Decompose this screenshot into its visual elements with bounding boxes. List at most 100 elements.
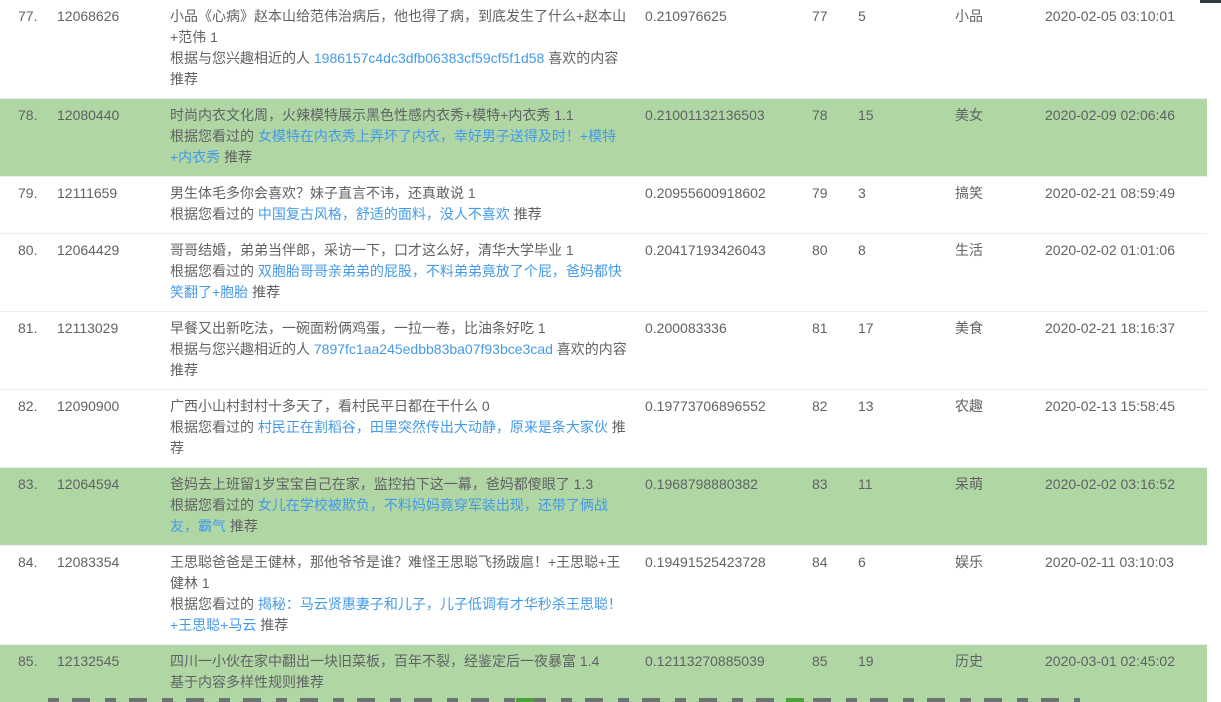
- table-row[interactable]: 79. 12111659 男生体毛多你会喜欢？妹子直言不讳，还真敢说 1 根据您…: [0, 177, 1207, 234]
- reason-prefix: 根据您看过的: [170, 497, 258, 513]
- row-index: 85.: [0, 645, 57, 702]
- reason-suffix: 推荐: [226, 518, 258, 534]
- reason-suffix: 推荐: [248, 284, 280, 300]
- table-row[interactable]: 78. 12080440 时尚内衣文化周，火辣模特展示黑色性感内衣秀+模特+内衣…: [0, 99, 1207, 177]
- item-id: 12064594: [57, 468, 170, 546]
- timestamp: 2020-02-13 15:58:45: [1045, 390, 1207, 468]
- reason-prefix: 根据您看过的: [170, 419, 258, 435]
- reason-suffix: 推荐: [220, 149, 252, 165]
- row-index: 83.: [0, 468, 57, 546]
- item-title: 广西小山村封村十多天了，看村民平日都在干什么 0: [170, 396, 627, 417]
- reason-prefix: 根据您看过的: [170, 263, 258, 279]
- score-value: 0.21001132136503: [645, 99, 812, 177]
- rank-value: 77: [812, 0, 858, 99]
- recommend-reason: 基于内容多样性规则推荐: [170, 672, 627, 693]
- count-value: 3: [858, 177, 955, 234]
- timestamp: 2020-02-11 03:10:03: [1045, 546, 1207, 645]
- reason-prefix: 根据与您兴趣相近的人: [170, 50, 314, 66]
- score-value: 0.12113270885039: [645, 645, 812, 702]
- rank-value: 80: [812, 234, 858, 312]
- clipped-green-icon-fragment: [786, 698, 804, 702]
- table-row[interactable]: 85. 12132545 四川一小伙在家中翻出一块旧菜板，百年不裂，经鉴定后一夜…: [0, 645, 1207, 702]
- score-value: 0.19491525423728: [645, 546, 812, 645]
- table-row[interactable]: 84. 12083354 王思聪爸爸是王健林，那他爷爷是谁？难怪王思聪飞扬跋扈！…: [0, 546, 1207, 645]
- recommendation-list-page: { "colors": { "highlight_row": "#b0d6a3"…: [0, 0, 1221, 702]
- item-description-cell: 早餐又出新吃法，一碗面粉俩鸡蛋，一拉一卷，比油条好吃 1 根据与您兴趣相近的人 …: [170, 312, 645, 390]
- item-title: 哥哥结婚，弟弟当伴郎，采访一下，口才这么好，清华大学毕业 1: [170, 240, 627, 261]
- row-index: 77.: [0, 0, 57, 99]
- category-label: 呆萌: [955, 468, 1045, 546]
- row-index: 80.: [0, 234, 57, 312]
- category-label: 美食: [955, 312, 1045, 390]
- item-title: 小品《心病》赵本山给范伟治病后，他也得了病，到底发生了什么+赵本山+范伟 1: [170, 6, 627, 48]
- count-value: 17: [858, 312, 955, 390]
- reason-link[interactable]: 中国复古风格，舒适的面料，没人不喜欢: [258, 206, 510, 222]
- timestamp: 2020-02-21 18:16:37: [1045, 312, 1207, 390]
- item-id: 12064429: [57, 234, 170, 312]
- item-description-cell: 男生体毛多你会喜欢？妹子直言不讳，还真敢说 1 根据您看过的 中国复古风格，舒适…: [170, 177, 645, 234]
- rank-value: 82: [812, 390, 858, 468]
- recommend-reason: 根据与您兴趣相近的人 1986157c4dc3dfb06383cf59cf5f1…: [170, 48, 627, 90]
- count-value: 19: [858, 645, 955, 702]
- item-title: 王思聪爸爸是王健林，那他爷爷是谁？难怪王思聪飞扬跋扈！+王思聪+王健林 1: [170, 552, 627, 594]
- timestamp: 2020-02-21 08:59:49: [1045, 177, 1207, 234]
- clipped-green-icon-fragment: [516, 698, 534, 702]
- table-row[interactable]: 80. 12064429 哥哥结婚，弟弟当伴郎，采访一下，口才这么好，清华大学毕…: [0, 234, 1207, 312]
- count-value: 13: [858, 390, 955, 468]
- timestamp: 2020-02-09 02:06:46: [1045, 99, 1207, 177]
- rank-value: 79: [812, 177, 858, 234]
- row-index: 79.: [0, 177, 57, 234]
- reason-link[interactable]: 村民正在割稻谷，田里突然传出大动静，原来是条大家伙: [258, 419, 608, 435]
- item-title: 时尚内衣文化周，火辣模特展示黑色性感内衣秀+模特+内衣秀 1.1: [170, 105, 627, 126]
- count-value: 6: [858, 546, 955, 645]
- timestamp: 2020-02-02 01:01:06: [1045, 234, 1207, 312]
- score-value: 0.19773706896552: [645, 390, 812, 468]
- item-description-cell: 时尚内衣文化周，火辣模特展示黑色性感内衣秀+模特+内衣秀 1.1 根据您看过的 …: [170, 99, 645, 177]
- item-description-cell: 四川一小伙在家中翻出一块旧菜板，百年不裂，经鉴定后一夜暴富 1.4 基于内容多样…: [170, 645, 645, 702]
- reason-suffix: 推荐: [510, 206, 542, 222]
- item-description-cell: 广西小山村封村十多天了，看村民平日都在干什么 0 根据您看过的 村民正在割稻谷，…: [170, 390, 645, 468]
- reason-suffix: 推荐: [256, 617, 288, 633]
- score-value: 0.210976625: [645, 0, 812, 99]
- item-title: 爸妈去上班留1岁宝宝自己在家，监控拍下这一幕，爸妈都傻眼了 1.3: [170, 474, 627, 495]
- table-row[interactable]: 83. 12064594 爸妈去上班留1岁宝宝自己在家，监控拍下这一幕，爸妈都傻…: [0, 468, 1207, 546]
- reason-prefix: 基于内容多样性规则推荐: [170, 674, 324, 690]
- reason-link[interactable]: 7897fc1aa245edbb83ba07f93bce3cad: [314, 341, 553, 357]
- item-description-cell: 哥哥结婚，弟弟当伴郎，采访一下，口才这么好，清华大学毕业 1 根据您看过的 双胞…: [170, 234, 645, 312]
- recommend-reason: 根据您看过的 揭秘：马云贤惠妻子和儿子，儿子低调有才华秒杀王思聪！+王思聪+马云…: [170, 594, 627, 636]
- table-row[interactable]: 81. 12113029 早餐又出新吃法，一碗面粉俩鸡蛋，一拉一卷，比油条好吃 …: [0, 312, 1207, 390]
- reason-link[interactable]: 1986157c4dc3dfb06383cf59cf5f1d58: [314, 50, 544, 66]
- score-value: 0.20417193426043: [645, 234, 812, 312]
- item-title: 早餐又出新吃法，一碗面粉俩鸡蛋，一拉一卷，比油条好吃 1: [170, 318, 627, 339]
- item-description-cell: 王思聪爸爸是王健林，那他爷爷是谁？难怪王思聪飞扬跋扈！+王思聪+王健林 1 根据…: [170, 546, 645, 645]
- clipped-text-fragment: [48, 698, 1080, 702]
- item-description-cell: 爸妈去上班留1岁宝宝自己在家，监控拍下这一幕，爸妈都傻眼了 1.3 根据您看过的…: [170, 468, 645, 546]
- count-value: 11: [858, 468, 955, 546]
- timestamp: 2020-02-02 03:16:52: [1045, 468, 1207, 546]
- table-row[interactable]: 82. 12090900 广西小山村封村十多天了，看村民平日都在干什么 0 根据…: [0, 390, 1207, 468]
- count-value: 5: [858, 0, 955, 99]
- category-label: 历史: [955, 645, 1045, 702]
- row-index: 78.: [0, 99, 57, 177]
- score-value: 0.1968798880382: [645, 468, 812, 546]
- category-label: 农趣: [955, 390, 1045, 468]
- table-row[interactable]: 77. 12068626 小品《心病》赵本山给范伟治病后，他也得了病，到底发生了…: [0, 0, 1207, 99]
- item-id: 12068626: [57, 0, 170, 99]
- count-value: 8: [858, 234, 955, 312]
- score-value: 0.200083336: [645, 312, 812, 390]
- category-label: 娱乐: [955, 546, 1045, 645]
- recommendation-table: 77. 12068626 小品《心病》赵本山给范伟治病后，他也得了病，到底发生了…: [0, 0, 1207, 702]
- item-title: 四川一小伙在家中翻出一块旧菜板，百年不裂，经鉴定后一夜暴富 1.4: [170, 651, 627, 672]
- item-id: 12111659: [57, 177, 170, 234]
- timestamp: 2020-03-01 02:45:02: [1045, 645, 1207, 702]
- reason-prefix: 根据您看过的: [170, 596, 258, 612]
- row-index: 84.: [0, 546, 57, 645]
- next-row-clipped: [0, 698, 1207, 702]
- recommend-reason: 根据您看过的 村民正在割稻谷，田里突然传出大动静，原来是条大家伙 推荐: [170, 417, 627, 459]
- score-value: 0.20955600918602: [645, 177, 812, 234]
- recommend-reason: 根据与您兴趣相近的人 7897fc1aa245edbb83ba07f93bce3…: [170, 339, 627, 381]
- rank-value: 81: [812, 312, 858, 390]
- table-body: 77. 12068626 小品《心病》赵本山给范伟治病后，他也得了病，到底发生了…: [0, 0, 1207, 702]
- item-id: 12083354: [57, 546, 170, 645]
- reason-prefix: 根据与您兴趣相近的人: [170, 341, 314, 357]
